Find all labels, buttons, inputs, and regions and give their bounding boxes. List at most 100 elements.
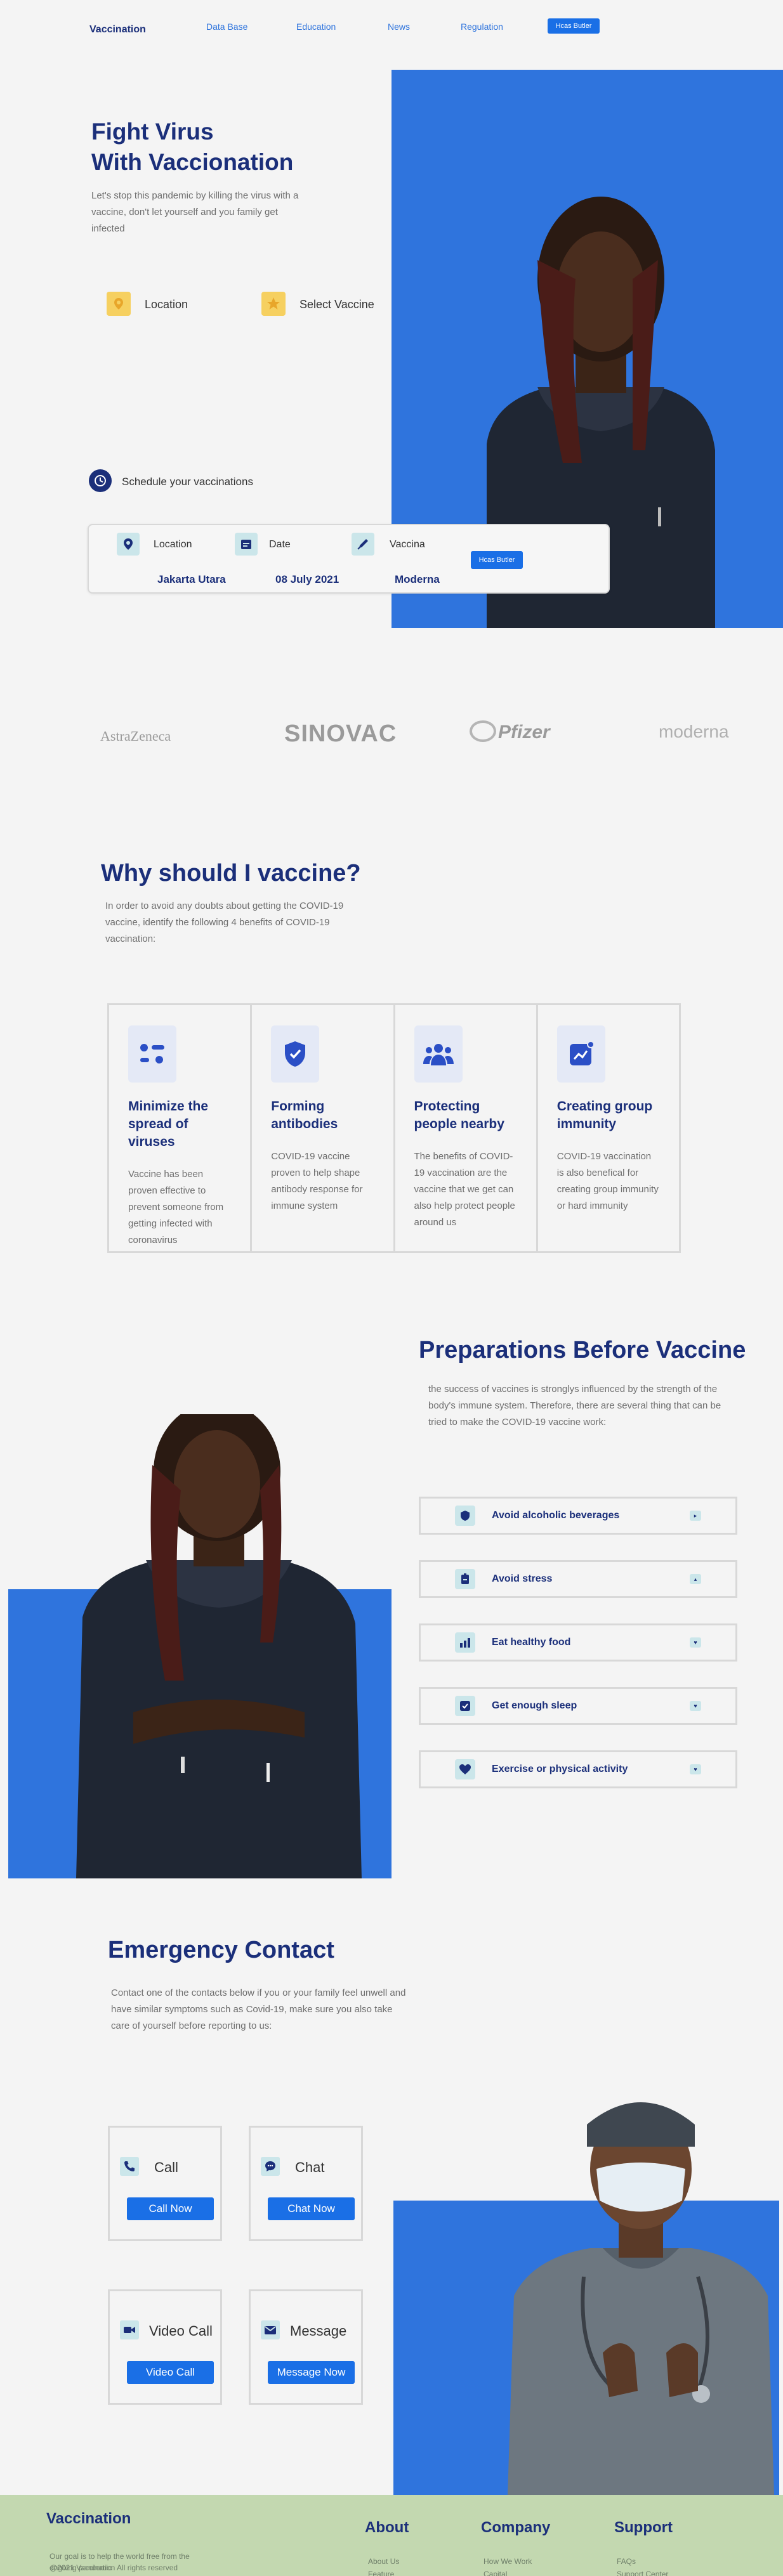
prep-description: the success of vaccines is stronglys inf…: [428, 1384, 721, 1428]
contact-label: Chat: [295, 2159, 325, 2175]
emergency-description: Contact one of the contacts below if you…: [111, 1987, 406, 2031]
star-icon: [261, 292, 286, 316]
nav-cta-button[interactable]: Hcas Butler: [548, 18, 600, 34]
video-icon: [120, 2320, 139, 2339]
prep-item-alcohol[interactable]: Avoid alcoholic beverages ▸: [419, 1497, 737, 1535]
brand-sinovac: SINOVAC: [284, 720, 397, 747]
booking-location-value[interactable]: Jakarta Utara: [157, 573, 226, 586]
benefit-title: Creating group immunity: [556, 1099, 653, 1131]
chat-icon: [261, 2157, 280, 2176]
message-now-button[interactable]: Message Now: [268, 2361, 355, 2384]
clock-icon: [89, 469, 112, 492]
chat-now-button[interactable]: Chat Now: [268, 2197, 355, 2220]
footer-link[interactable]: About Us: [368, 2557, 399, 2566]
benefit-description: COVID-19 vaccination is also benefical f…: [556, 1151, 659, 1211]
benefit-title: Protecting people nearby: [414, 1099, 504, 1131]
benefit-description: The benefits of COVID-19 vaccination are…: [414, 1151, 515, 1228]
prep-item-label: Avoid stress: [492, 1573, 553, 1584]
footer-heading-company: Company: [481, 2519, 551, 2536]
nav-link-education[interactable]: Education: [296, 22, 336, 32]
booking-date-label: Date: [269, 539, 291, 550]
booking-date-value[interactable]: 08 July 2021: [275, 573, 339, 586]
chevron-icon[interactable]: ♥: [690, 1701, 701, 1711]
footer-link[interactable]: How We Work: [484, 2557, 532, 2566]
footer-link[interactable]: Support Center: [617, 2570, 668, 2576]
benefit-title: Forming antibodies: [271, 1099, 338, 1131]
contact-card-call: Call Call Now: [108, 2126, 222, 2241]
footer-heading-about: About: [365, 2519, 409, 2536]
contact-label: Message: [290, 2323, 347, 2339]
prep-item-label: Exercise or physical activity: [492, 1764, 628, 1774]
booking-vaccine-label: Vaccina: [390, 539, 425, 550]
benefit-card: Minimize the spread of viruses Vaccine h…: [109, 1005, 253, 1251]
prep-item-label: Get enough sleep: [492, 1700, 577, 1711]
booking-form: Location Jakarta Utara Date 08 July 2021…: [88, 524, 610, 594]
chevron-icon[interactable]: ▸: [690, 1511, 701, 1521]
syringe-icon: [352, 533, 374, 556]
chart-icon: [556, 1025, 605, 1083]
benefits-cards: Minimize the spread of viruses Vaccine h…: [107, 1003, 681, 1253]
benefit-title: Minimize the spread of viruses: [128, 1099, 209, 1149]
footer-brand[interactable]: Vaccination: [46, 2510, 131, 2528]
mail-icon: [261, 2320, 280, 2339]
prep-item-label: Eat healthy food: [492, 1637, 571, 1648]
doctor-photo: [508, 2086, 774, 2495]
hero-title: Fight Virus With Vaccionation: [91, 117, 383, 178]
shield-check-icon: [271, 1025, 320, 1083]
phone-icon: [120, 2157, 139, 2176]
nav-link-data-base[interactable]: Data Base: [206, 22, 247, 32]
footer-link[interactable]: Feature: [368, 2570, 394, 2576]
footer-heading-support: Support: [614, 2519, 673, 2536]
prep-item-sleep[interactable]: Get enough sleep ♥: [419, 1687, 737, 1725]
call-now-button[interactable]: Call Now: [127, 2197, 214, 2220]
contact-label: Call: [154, 2159, 178, 2175]
booking-vaccine-value[interactable]: Moderna: [395, 573, 440, 586]
shield-icon: [455, 1506, 475, 1526]
chevron-icon[interactable]: ♥: [690, 1637, 701, 1648]
brand-astrazeneca: AstraZeneca: [100, 728, 171, 744]
footer-link[interactable]: Capital: [484, 2570, 507, 2576]
check-box-icon: [455, 1696, 475, 1716]
benefit-description: Vaccine has been proven effective to pre…: [128, 1169, 224, 1246]
logo[interactable]: Vaccination: [89, 24, 146, 36]
benefit-description: COVID-19 vaccine proven to help shape an…: [271, 1151, 363, 1211]
benefit-card: Creating group immunity COVID-19 vaccina…: [538, 1005, 679, 1251]
schedule-label: Schedule your vaccinations: [122, 476, 253, 488]
prep-item-food[interactable]: Eat healthy food ♥: [419, 1623, 737, 1662]
hero-description: Let's stop this pandemic by killing the …: [91, 190, 299, 234]
benefit-card: Forming antibodies COVID-19 vaccine prov…: [252, 1005, 395, 1251]
benefit-card: Protecting people nearby The benefits of…: [395, 1005, 538, 1251]
hero-title-line1: Fight Virus: [91, 119, 214, 145]
hero-title-line2: With Vaccionation: [91, 149, 294, 175]
contact-label: Video Call: [149, 2323, 213, 2339]
contact-card-video: Video Call Video Call: [108, 2289, 222, 2405]
nav-link-news[interactable]: News: [388, 22, 410, 32]
chevron-icon[interactable]: ♥: [690, 1764, 701, 1774]
booking-submit-button[interactable]: Hcas Butler: [471, 551, 523, 569]
bar-chart-icon: [455, 1632, 475, 1653]
heart-icon: [455, 1759, 475, 1779]
prep-item-exercise[interactable]: Exercise or physical activity ♥: [419, 1750, 737, 1788]
video-call-button[interactable]: Video Call: [127, 2361, 214, 2384]
booking-location-label: Location: [154, 539, 192, 550]
nav-link-regulation[interactable]: Regulation: [461, 22, 503, 32]
footer-link[interactable]: FAQs: [617, 2557, 636, 2566]
why-title: Why should I vaccine?: [101, 860, 361, 887]
contact-card-message: Message Message Now: [249, 2289, 363, 2405]
pfizer-logo-icon: [470, 720, 496, 742]
chevron-icon[interactable]: ▴: [690, 1574, 701, 1584]
emergency-title: Emergency Contact: [108, 1937, 334, 1963]
footer-copyright: @2021 Vaccination All rights reserved: [49, 2563, 178, 2572]
feature-location-label[interactable]: Location: [145, 298, 188, 311]
battery-icon: [455, 1569, 475, 1589]
brand-moderna: moderna: [659, 722, 729, 741]
prep-item-stress[interactable]: Avoid stress ▴: [419, 1560, 737, 1598]
prep-photo: [70, 1402, 368, 1878]
list-icon: [128, 1025, 176, 1083]
feature-select-vaccine-label[interactable]: Select Vaccine: [299, 298, 374, 311]
prep-title: Preparations Before Vaccine: [419, 1337, 746, 1363]
location-pin-icon: [117, 533, 140, 556]
brand-pfizer: Pfizer: [498, 722, 550, 743]
calendar-icon: [235, 533, 258, 556]
prep-item-label: Avoid alcoholic beverages: [492, 1510, 620, 1521]
